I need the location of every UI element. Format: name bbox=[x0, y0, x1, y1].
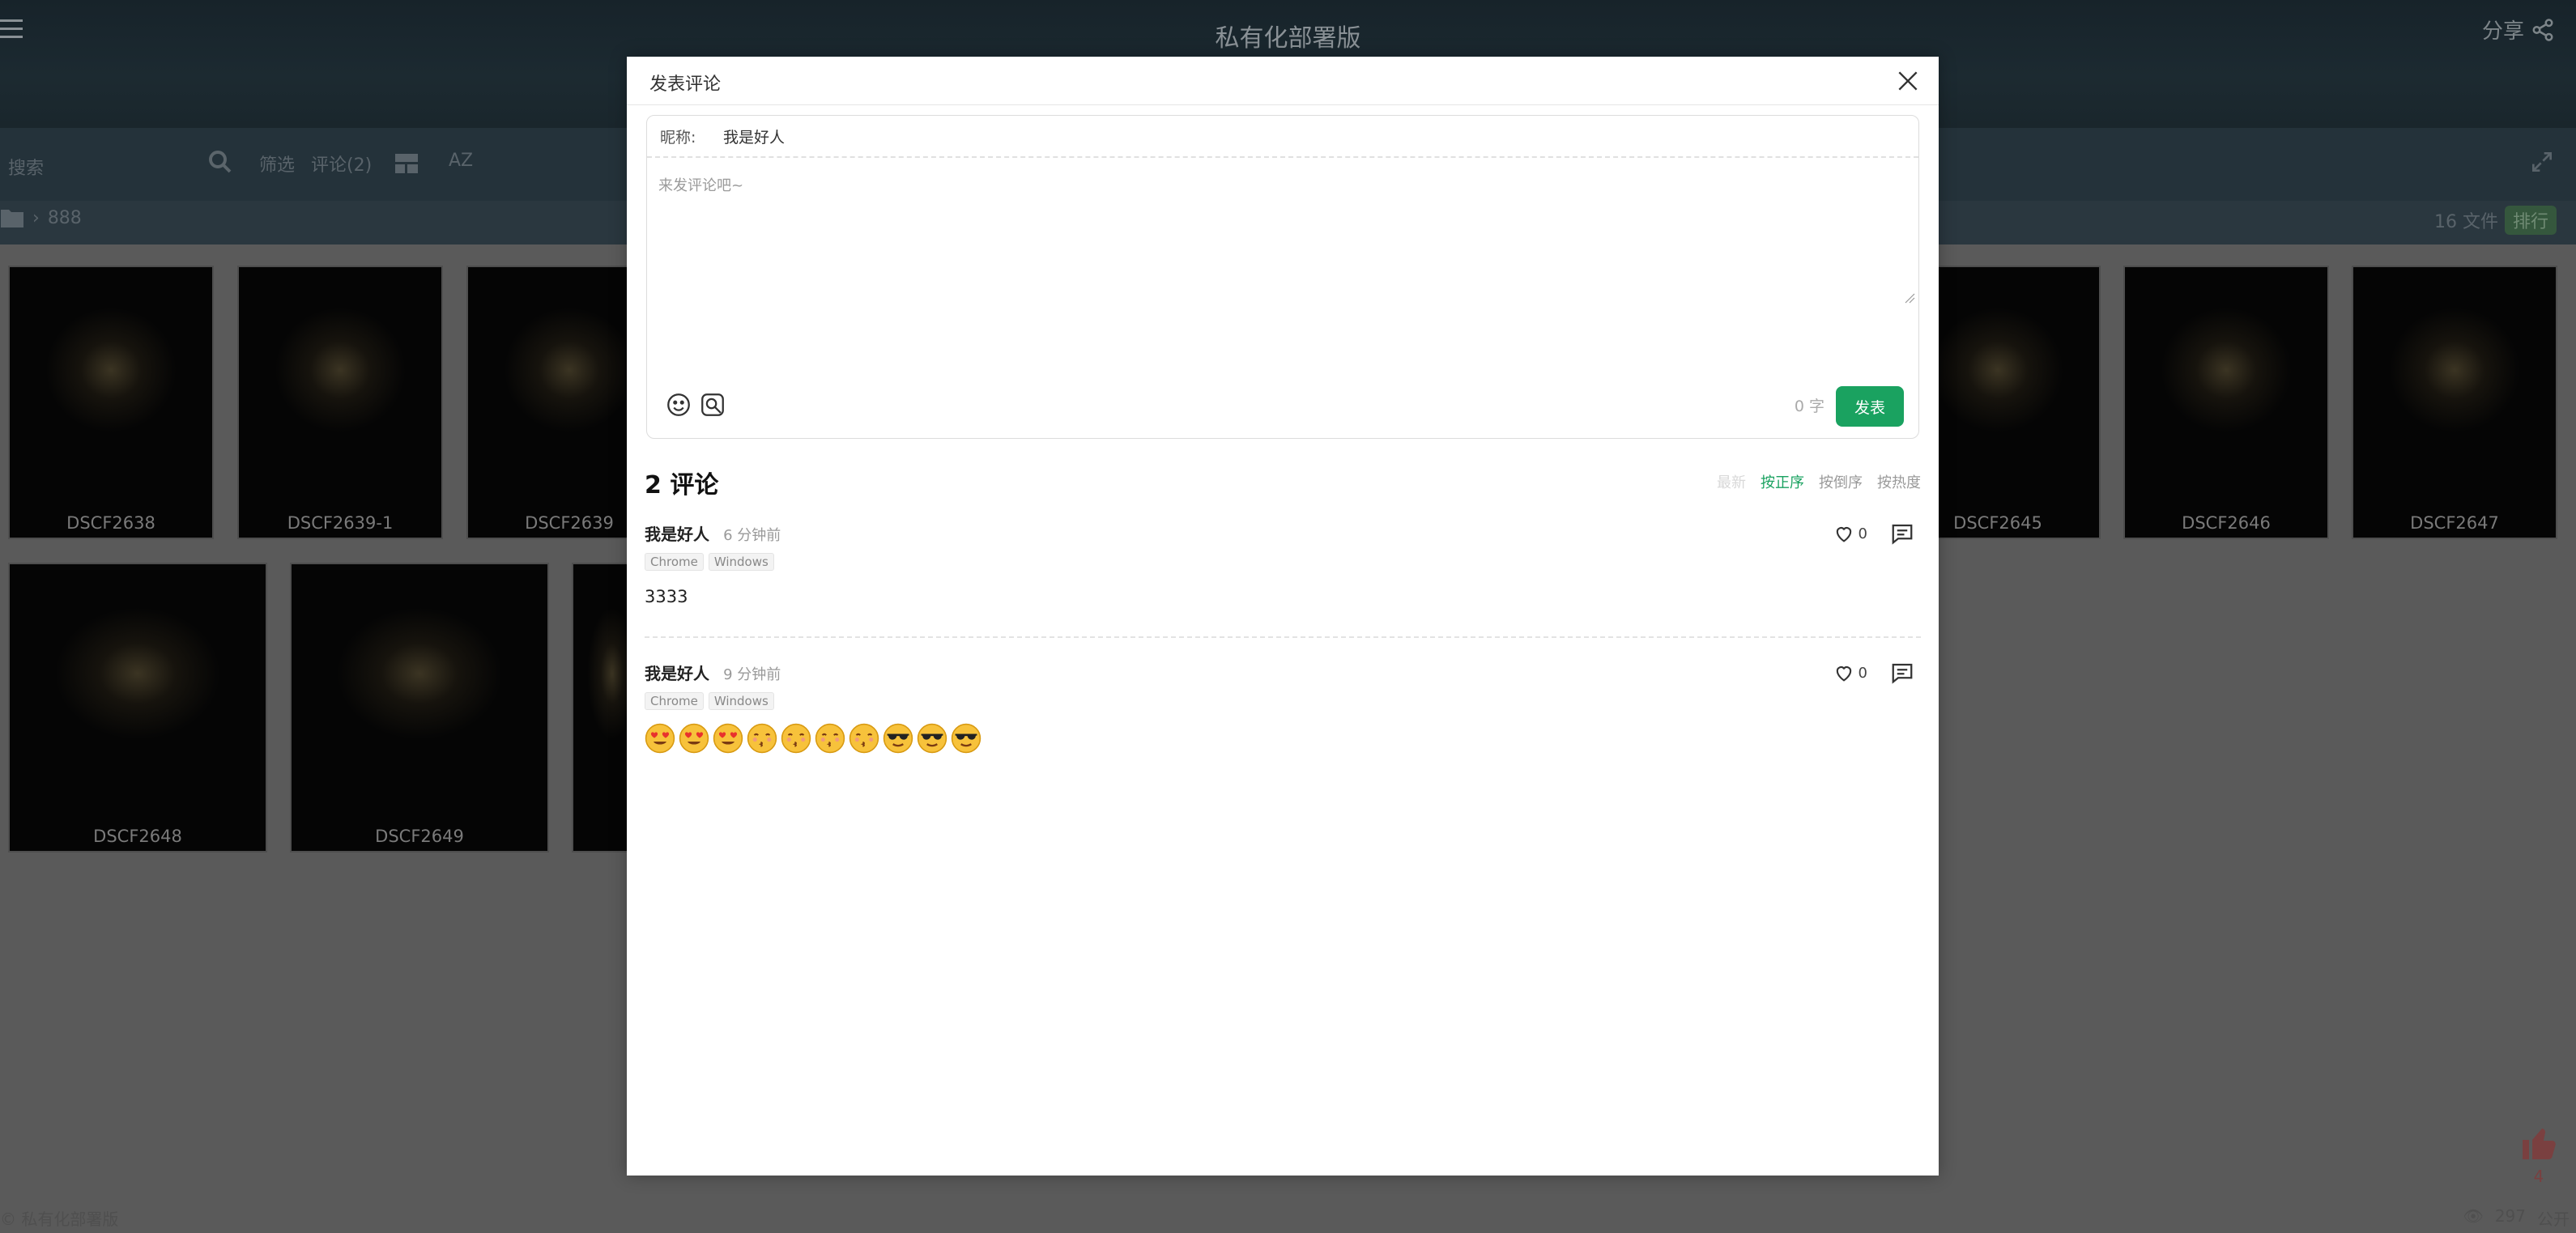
sunglasses-emoji-icon bbox=[917, 723, 947, 754]
heart-eyes-emoji-icon bbox=[713, 723, 743, 754]
kissing-emoji-icon bbox=[849, 723, 879, 754]
comments-count: 2 评论 bbox=[645, 471, 719, 500]
share-label: 分享 bbox=[2481, 19, 2524, 44]
floating-like-button[interactable]: 4 bbox=[2518, 1124, 2560, 1188]
comment-body: 3333 bbox=[645, 587, 688, 606]
folder-icon[interactable] bbox=[0, 207, 24, 228]
heart-eyes-emoji-icon bbox=[645, 723, 675, 754]
photo-caption: DSCF2647 bbox=[2410, 513, 2499, 533]
share-icon bbox=[2532, 18, 2553, 41]
footer-copyright: © 私有化部署版 bbox=[0, 1210, 119, 1229]
heart-icon bbox=[1836, 666, 1851, 682]
photo-thumbnail[interactable]: DSCF2639-1 bbox=[237, 266, 443, 539]
sunglasses-emoji-icon bbox=[951, 723, 981, 754]
photo-caption: DSCF2649 bbox=[375, 827, 464, 846]
like-count: 0 bbox=[1858, 525, 1867, 542]
dialog-title: 发表评论 bbox=[649, 74, 722, 95]
os-tag: Windows bbox=[708, 692, 774, 710]
like-button[interactable]: 0 bbox=[1833, 661, 1867, 684]
visibility-label: 公开 bbox=[2537, 1210, 2570, 1229]
comment-author[interactable]: 我是好人 bbox=[645, 664, 709, 683]
breadcrumb-folder[interactable]: 888 bbox=[48, 208, 82, 228]
resize-grip-icon[interactable] bbox=[1902, 291, 1915, 304]
photo-thumbnail[interactable]: DSCF2647 bbox=[2352, 266, 2557, 539]
search-input[interactable]: 搜索 bbox=[8, 146, 235, 183]
comment-sort-bar: 最新 按正序 按倒序 按热度 bbox=[1717, 471, 1921, 492]
like-count: 4 bbox=[2533, 1167, 2544, 1186]
emoji-picker-icon[interactable] bbox=[665, 391, 692, 419]
heart-icon bbox=[1836, 527, 1851, 542]
comment-time: 9 分钟前 bbox=[723, 666, 781, 683]
photo-thumbnail[interactable]: DSCF2646 bbox=[2123, 266, 2329, 539]
sunglasses-emoji-icon bbox=[883, 723, 913, 754]
comments-button[interactable]: 评论(2) bbox=[311, 151, 372, 176]
comment-editor: 昵称: 0 字 发表 bbox=[646, 115, 1919, 439]
sort-hot[interactable]: 按热度 bbox=[1877, 471, 1921, 492]
thumbs-up-icon bbox=[2523, 1129, 2556, 1159]
fullscreen-icon[interactable] bbox=[2529, 149, 2555, 175]
dialog-header: 发表评论 bbox=[627, 57, 1939, 105]
reply-icon[interactable] bbox=[1890, 661, 1914, 685]
comment-divider bbox=[645, 636, 1921, 638]
comment-time: 6 分钟前 bbox=[723, 527, 781, 544]
footer-stats: 👁 297 公开 bbox=[2463, 1206, 2570, 1230]
char-count: 0 字 bbox=[1794, 398, 1824, 415]
file-count: 16 文件 bbox=[2433, 212, 2498, 232]
comment-emoji-body bbox=[645, 723, 1921, 754]
sort-latest[interactable]: 最新 bbox=[1717, 471, 1746, 492]
sort-az-button[interactable]: AZ bbox=[449, 151, 473, 171]
photo-thumbnail[interactable]: DSCF2648 bbox=[8, 563, 267, 852]
kissing-emoji-icon bbox=[781, 723, 811, 754]
kissing-emoji-icon bbox=[747, 723, 777, 754]
browser-tag: Chrome bbox=[645, 692, 704, 710]
ranking-badge[interactable]: 排行 bbox=[2504, 206, 2557, 235]
comment-item: 我是好人 6 分钟前 Chrome Windows 3333 0 bbox=[645, 521, 1921, 606]
breadcrumb-separator: › bbox=[32, 207, 40, 228]
nickname-label: 昵称: bbox=[660, 128, 696, 147]
nickname-row: 昵称: bbox=[647, 116, 1918, 158]
photo-thumbnail[interactable]: DSCF2638 bbox=[8, 266, 214, 539]
os-tag: Windows bbox=[708, 553, 774, 571]
filter-button[interactable]: 筛选 bbox=[259, 151, 295, 176]
like-button[interactable]: 0 bbox=[1833, 522, 1867, 545]
photo-caption: DSCF2639-1 bbox=[287, 513, 394, 533]
close-icon[interactable] bbox=[1895, 68, 1921, 94]
comment-dialog: 发表评论 昵称: 0 字 发表 2 评论 最新 按正序 按倒序 按热度 我是好人… bbox=[627, 57, 1939, 1176]
photo-caption: DSCF2648 bbox=[93, 827, 182, 846]
submit-comment-button[interactable]: 发表 bbox=[1836, 386, 1904, 427]
reply-icon[interactable] bbox=[1890, 521, 1914, 546]
photo-caption: DSCF2646 bbox=[2182, 513, 2271, 533]
kissing-emoji-icon bbox=[815, 723, 845, 754]
sort-ascending[interactable]: 按正序 bbox=[1761, 471, 1804, 492]
image-upload-icon[interactable] bbox=[699, 391, 726, 419]
photo-caption: DSCF2638 bbox=[66, 513, 155, 533]
share-button[interactable]: 分享 bbox=[2482, 15, 2555, 45]
browser-tag: Chrome bbox=[645, 553, 704, 571]
page-title: 私有化部署版 bbox=[1215, 24, 1361, 53]
eye-icon: 👁 bbox=[2463, 1206, 2484, 1226]
layout-icon[interactable] bbox=[395, 154, 418, 173]
photo-thumbnail[interactable]: DSCF2649 bbox=[290, 563, 549, 852]
view-count: 297 bbox=[2494, 1206, 2526, 1226]
comment-author[interactable]: 我是好人 bbox=[645, 525, 709, 544]
editor-actions: 0 字 发表 bbox=[647, 370, 1918, 438]
like-count: 0 bbox=[1858, 664, 1867, 682]
comment-textarea[interactable] bbox=[647, 159, 1918, 305]
heart-eyes-emoji-icon bbox=[679, 723, 709, 754]
comment-item: 我是好人 9 分钟前 Chrome Windows 0 bbox=[645, 661, 1921, 754]
nickname-input[interactable] bbox=[723, 127, 1047, 145]
sort-descending[interactable]: 按倒序 bbox=[1819, 471, 1863, 492]
search-icon[interactable] bbox=[206, 147, 235, 176]
